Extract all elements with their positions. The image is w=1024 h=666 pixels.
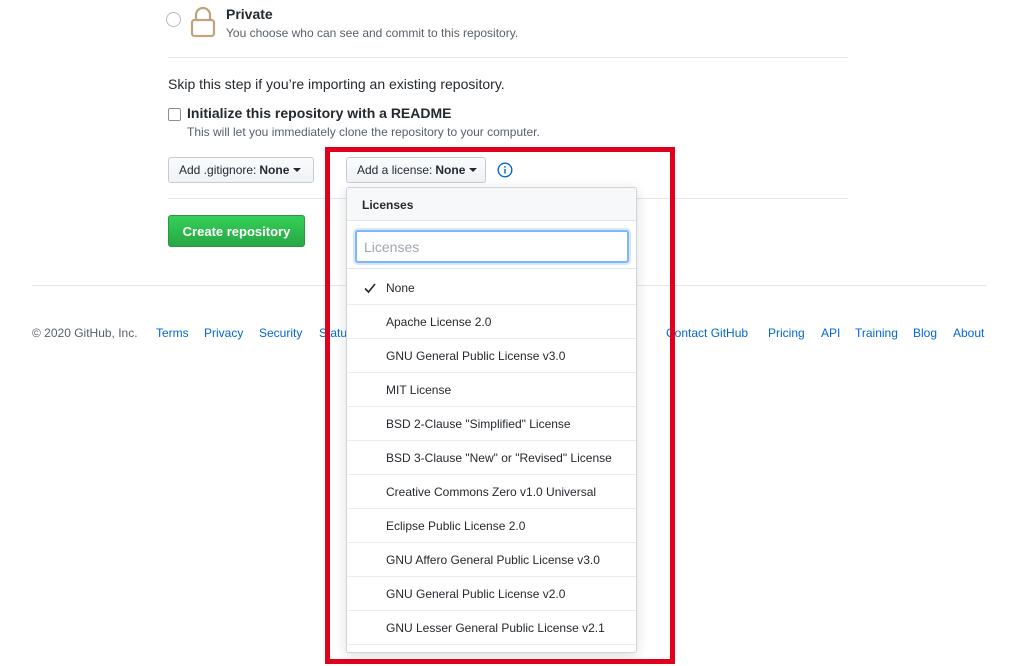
license-option-bsd-3[interactable]: BSD 3-Clause "New" or "Revised" License bbox=[347, 441, 636, 475]
license-option-gpl-3[interactable]: GNU General Public License v3.0 bbox=[347, 339, 636, 373]
license-option-label: MIT License bbox=[386, 382, 452, 397]
initialize-readme-checkbox[interactable] bbox=[168, 108, 181, 121]
footer-link-security[interactable]: Security bbox=[259, 326, 302, 340]
license-option-label: BSD 3-Clause "New" or "Revised" License bbox=[386, 450, 612, 465]
initialize-readme-label[interactable]: Initialize this repository with a README bbox=[187, 105, 451, 121]
license-option-label: Eclipse Public License 2.0 bbox=[386, 518, 526, 533]
license-option-label: None bbox=[386, 280, 415, 295]
license-option-label: Creative Commons Zero v1.0 Universal bbox=[386, 484, 597, 499]
dropdown-filter bbox=[347, 221, 636, 269]
skip-step-note: Skip this step if you’re importing an ex… bbox=[168, 76, 505, 92]
gitignore-select-button[interactable]: Add .gitignore: None bbox=[168, 157, 314, 183]
footer-link-blog[interactable]: Blog bbox=[913, 326, 937, 340]
gitignore-select-label: Add .gitignore: bbox=[179, 163, 257, 177]
footer-link-pricing[interactable]: Pricing bbox=[768, 326, 805, 340]
license-option-cc0[interactable]: Creative Commons Zero v1.0 Universal bbox=[347, 475, 636, 509]
license-dropdown-menu: Licenses None Apache License 2.0 GNU Gen… bbox=[346, 187, 637, 653]
license-option-agpl-3[interactable]: GNU Affero General Public License v3.0 bbox=[347, 543, 636, 577]
dropdown-header: Licenses bbox=[347, 188, 636, 221]
private-radio[interactable] bbox=[166, 12, 181, 27]
license-option-label: GNU General Public License v3.0 bbox=[386, 348, 566, 363]
footer-link-terms[interactable]: Terms bbox=[156, 326, 189, 340]
license-option-lgpl-2-1[interactable]: GNU Lesser General Public License v2.1 bbox=[347, 611, 636, 645]
create-repository-button[interactable]: Create repository bbox=[168, 215, 305, 247]
footer-link-privacy[interactable]: Privacy bbox=[204, 326, 243, 340]
gitignore-select-value: None bbox=[259, 163, 290, 177]
license-option-bsd-2[interactable]: BSD 2-Clause "Simplified" License bbox=[347, 407, 636, 441]
lock-icon bbox=[190, 6, 216, 38]
info-icon[interactable] bbox=[497, 162, 513, 178]
private-option-title: Private bbox=[226, 6, 273, 22]
license-option-apache-2[interactable]: Apache License 2.0 bbox=[347, 305, 636, 339]
license-option-gpl-2[interactable]: GNU General Public License v2.0 bbox=[347, 577, 636, 611]
check-icon bbox=[364, 283, 376, 294]
license-option-none[interactable]: None bbox=[347, 271, 636, 305]
license-select-button[interactable]: Add a license: None bbox=[346, 157, 486, 183]
footer-link-about[interactable]: About bbox=[953, 326, 984, 340]
license-option-label: BSD 2-Clause "Simplified" License bbox=[386, 416, 571, 431]
license-option-label: GNU Lesser General Public License v2.1 bbox=[386, 620, 605, 635]
license-select-value: None bbox=[435, 163, 466, 177]
caret-down-icon bbox=[293, 168, 302, 172]
license-list: None Apache License 2.0 GNU General Publ… bbox=[347, 271, 636, 645]
license-option-epl-2[interactable]: Eclipse Public License 2.0 bbox=[347, 509, 636, 543]
license-option-label: Apache License 2.0 bbox=[386, 314, 492, 329]
footer-link-contact[interactable]: Contact GitHub bbox=[666, 326, 748, 340]
footer-link-api[interactable]: API bbox=[821, 326, 840, 340]
license-filter-input[interactable] bbox=[355, 230, 629, 263]
license-option-label: GNU Affero General Public License v3.0 bbox=[386, 552, 600, 567]
initialize-readme-description: This will let you immediately clone the … bbox=[187, 125, 540, 139]
license-select-label: Add a license: bbox=[357, 163, 433, 177]
license-option-mit[interactable]: MIT License bbox=[347, 373, 636, 407]
section-divider bbox=[168, 57, 848, 58]
private-option-description: You choose who can see and commit to thi… bbox=[226, 26, 519, 40]
license-option-label: GNU General Public License v2.0 bbox=[386, 586, 566, 601]
footer-link-training[interactable]: Training bbox=[855, 326, 898, 340]
caret-down-icon bbox=[469, 168, 478, 172]
footer-copyright: © 2020 GitHub, Inc. bbox=[32, 326, 138, 340]
